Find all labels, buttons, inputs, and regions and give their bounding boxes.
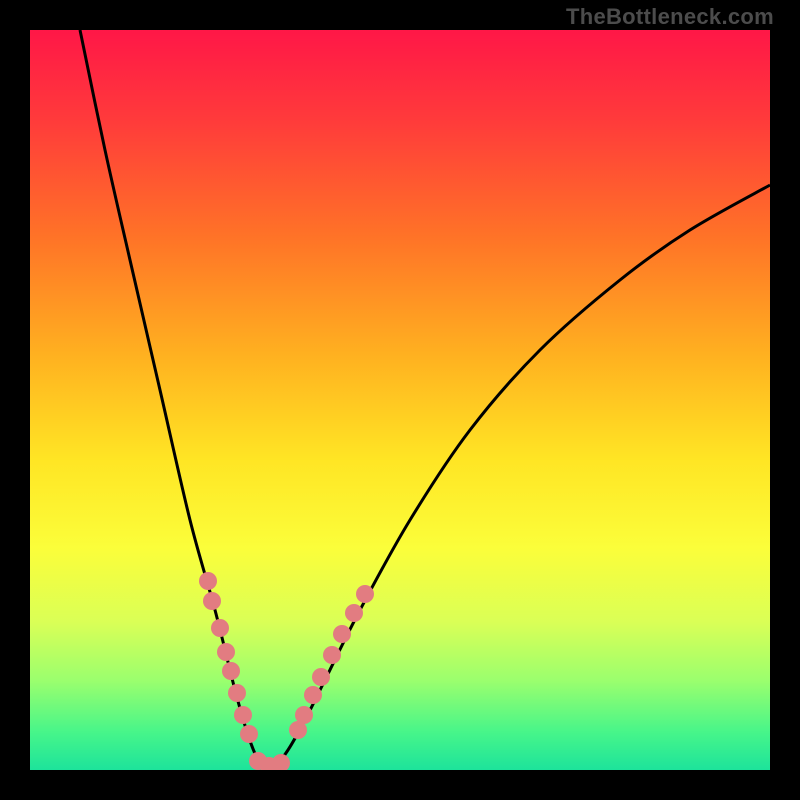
data-point — [312, 668, 330, 686]
data-point — [203, 592, 221, 610]
data-point — [304, 686, 322, 704]
data-point — [228, 684, 246, 702]
data-point — [333, 625, 351, 643]
data-point — [234, 706, 252, 724]
watermark-text: TheBottleneck.com — [566, 4, 774, 30]
data-point — [217, 643, 235, 661]
bottleneck-curve-chart — [30, 30, 770, 770]
data-point — [211, 619, 229, 637]
data-point — [240, 725, 258, 743]
data-point — [222, 662, 240, 680]
data-point — [345, 604, 363, 622]
data-point — [295, 706, 313, 724]
data-point — [356, 585, 374, 603]
data-point — [199, 572, 217, 590]
data-point — [323, 646, 341, 664]
chart-frame — [30, 30, 770, 770]
gradient-background — [30, 30, 770, 770]
